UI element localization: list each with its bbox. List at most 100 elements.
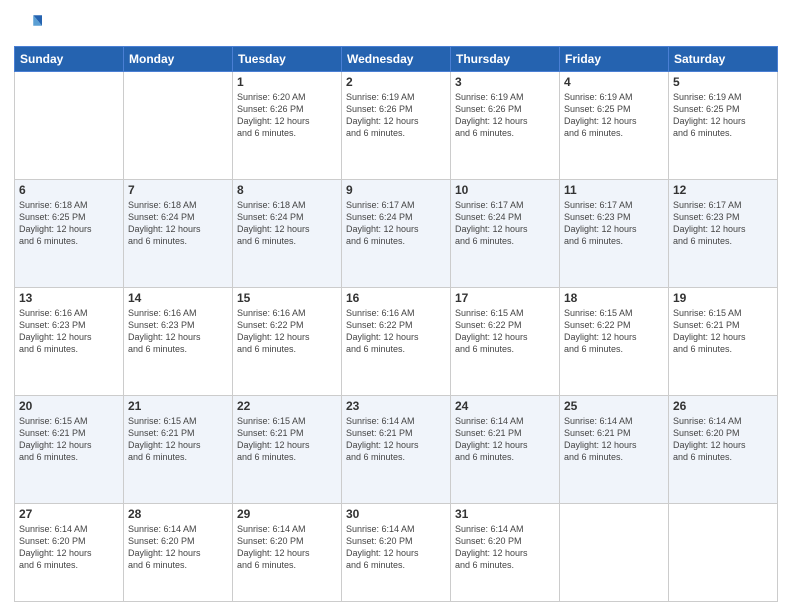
calendar-cell: 14Sunrise: 6:16 AMSunset: 6:23 PMDayligh…: [124, 287, 233, 395]
sunset-text: Sunset: 6:23 PM: [673, 212, 740, 222]
day-number: 26: [673, 399, 773, 413]
sunrise-text: Sunrise: 6:14 AM: [346, 524, 415, 534]
day-info: Sunrise: 6:15 AMSunset: 6:22 PMDaylight:…: [455, 307, 555, 356]
calendar-week-row: 13Sunrise: 6:16 AMSunset: 6:23 PMDayligh…: [15, 287, 778, 395]
weekday-header: Wednesday: [342, 47, 451, 72]
calendar-cell: 28Sunrise: 6:14 AMSunset: 6:20 PMDayligh…: [124, 503, 233, 601]
sunrise-text: Sunrise: 6:15 AM: [455, 308, 524, 318]
sunset-text: Sunset: 6:21 PM: [237, 428, 304, 438]
calendar-cell: 21Sunrise: 6:15 AMSunset: 6:21 PMDayligh…: [124, 395, 233, 503]
sunset-text: Sunset: 6:20 PM: [346, 536, 413, 546]
calendar-week-row: 20Sunrise: 6:15 AMSunset: 6:21 PMDayligh…: [15, 395, 778, 503]
day-number: 21: [128, 399, 228, 413]
sunset-text: Sunset: 6:23 PM: [128, 320, 195, 330]
sunrise-text: Sunrise: 6:14 AM: [673, 416, 742, 426]
sunset-text: Sunset: 6:24 PM: [455, 212, 522, 222]
daylight-text: Daylight: 12 hours: [237, 440, 310, 450]
sunrise-text: Sunrise: 6:17 AM: [673, 200, 742, 210]
day-number: 15: [237, 291, 337, 305]
sunset-text: Sunset: 6:23 PM: [19, 320, 86, 330]
day-info: Sunrise: 6:14 AMSunset: 6:21 PMDaylight:…: [564, 415, 664, 464]
daylight-text: Daylight: 12 hours: [346, 224, 419, 234]
day-info: Sunrise: 6:14 AMSunset: 6:21 PMDaylight:…: [346, 415, 446, 464]
sunset-text: Sunset: 6:22 PM: [564, 320, 631, 330]
sunset-text: Sunset: 6:20 PM: [237, 536, 304, 546]
daylight-text-cont: and 6 minutes.: [346, 452, 405, 462]
daylight-text: Daylight: 12 hours: [346, 116, 419, 126]
day-info: Sunrise: 6:15 AMSunset: 6:21 PMDaylight:…: [673, 307, 773, 356]
sunrise-text: Sunrise: 6:14 AM: [128, 524, 197, 534]
day-number: 11: [564, 183, 664, 197]
day-number: 6: [19, 183, 119, 197]
calendar-cell: 27 Sunrise: 6:14 AMSunset: 6:20 PMDayligh…: [15, 503, 124, 601]
daylight-text: Daylight: 12 hours: [19, 224, 92, 234]
day-number: 24: [455, 399, 555, 413]
calendar-table: SundayMondayTuesdayWednesdayThursdayFrid…: [14, 46, 778, 602]
sunrise-text: Sunrise: 6:15 AM: [673, 308, 742, 318]
day-number: 22: [237, 399, 337, 413]
sunset-text: Sunset: 6:25 PM: [673, 104, 740, 114]
day-number: 7: [128, 183, 228, 197]
day-number: 29: [237, 507, 337, 521]
calendar-cell: 23 Sunrise: 6:14 AMSunset: 6:21 PMDayligh…: [342, 395, 451, 503]
day-number: 10: [455, 183, 555, 197]
sunset-text: Sunset: 6:24 PM: [346, 212, 413, 222]
daylight-text-cont: and 6 minutes.: [346, 344, 405, 354]
sunset-text: Sunset: 6:21 PM: [346, 428, 413, 438]
day-info: Sunrise: 6:17 AMSunset: 6:24 PMDaylight:…: [346, 199, 446, 248]
day-info: Sunrise: 6:18 AMSunset: 6:24 PMDaylight:…: [237, 199, 337, 248]
calendar-cell: 8Sunrise: 6:18 AMSunset: 6:24 PMDaylight…: [233, 179, 342, 287]
calendar-cell: 7Sunrise: 6:18 AMSunset: 6:24 PMDaylight…: [124, 179, 233, 287]
day-info: Sunrise: 6:14 AMSunset: 6:20 PMDaylight:…: [346, 523, 446, 572]
sunset-text: Sunset: 6:26 PM: [346, 104, 413, 114]
daylight-text-cont: and 6 minutes.: [455, 128, 514, 138]
day-number: 25: [564, 399, 664, 413]
header: [14, 10, 778, 38]
day-number: 31: [455, 507, 555, 521]
calendar-cell: 16Sunrise: 6:16 AMSunset: 6:22 PMDayligh…: [342, 287, 451, 395]
sunrise-text: Sunrise: 6:18 AM: [19, 200, 88, 210]
daylight-text-cont: and 6 minutes.: [19, 344, 78, 354]
day-number: 4: [564, 75, 664, 89]
sunset-text: Sunset: 6:21 PM: [564, 428, 631, 438]
daylight-text-cont: and 6 minutes.: [564, 452, 623, 462]
calendar-cell: 25 Sunrise: 6:14 AMSunset: 6:21 PMDayligh…: [560, 395, 669, 503]
daylight-text-cont: and 6 minutes.: [237, 344, 296, 354]
daylight-text: Daylight: 12 hours: [128, 332, 201, 342]
daylight-text-cont: and 6 minutes.: [237, 452, 296, 462]
day-info: Sunrise: 6:17 AMSunset: 6:24 PMDaylight:…: [455, 199, 555, 248]
day-info: Sunrise: 6:15 AMSunset: 6:22 PMDaylight:…: [564, 307, 664, 356]
daylight-text: Daylight: 12 hours: [564, 440, 637, 450]
day-number: 18: [564, 291, 664, 305]
logo: [14, 10, 46, 38]
sunrise-text: Sunrise: 6:18 AM: [128, 200, 197, 210]
sunset-text: Sunset: 6:23 PM: [564, 212, 631, 222]
daylight-text: Daylight: 12 hours: [128, 548, 201, 558]
day-number: 27: [19, 507, 119, 521]
daylight-text-cont: and 6 minutes.: [237, 560, 296, 570]
day-number: 1: [237, 75, 337, 89]
day-info: Sunrise: 6:16 AMSunset: 6:22 PMDaylight:…: [237, 307, 337, 356]
calendar-cell: [560, 503, 669, 601]
calendar-cell: [15, 72, 124, 180]
day-info: Sunrise: 6:14 AMSunset: 6:20 PMDaylight:…: [19, 523, 119, 572]
day-number: 12: [673, 183, 773, 197]
daylight-text-cont: and 6 minutes.: [128, 560, 187, 570]
day-info: Sunrise: 6:19 AMSunset: 6:26 PMDaylight:…: [346, 91, 446, 140]
sunset-text: Sunset: 6:20 PM: [455, 536, 522, 546]
day-number: 23: [346, 399, 446, 413]
sunrise-text: Sunrise: 6:16 AM: [346, 308, 415, 318]
day-number: 14: [128, 291, 228, 305]
daylight-text: Daylight: 12 hours: [564, 116, 637, 126]
daylight-text: Daylight: 12 hours: [564, 332, 637, 342]
sunset-text: Sunset: 6:22 PM: [455, 320, 522, 330]
calendar-cell: [669, 503, 778, 601]
calendar-week-row: 1Sunrise: 6:20 AMSunset: 6:26 PMDaylight…: [15, 72, 778, 180]
daylight-text-cont: and 6 minutes.: [564, 236, 623, 246]
calendar-week-row: 27Sunrise: 6:14 AMSunset: 6:20 PMDayligh…: [15, 503, 778, 601]
daylight-text-cont: and 6 minutes.: [19, 236, 78, 246]
calendar-week-row: 6Sunrise: 6:18 AMSunset: 6:25 PMDaylight…: [15, 179, 778, 287]
sunset-text: Sunset: 6:20 PM: [19, 536, 86, 546]
daylight-text-cont: and 6 minutes.: [455, 344, 514, 354]
daylight-text: Daylight: 12 hours: [128, 224, 201, 234]
